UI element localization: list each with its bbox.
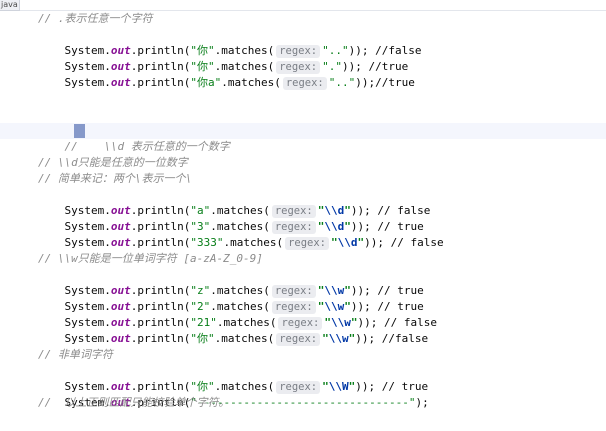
code-token-field: out bbox=[110, 76, 131, 89]
code-token: System. bbox=[64, 236, 111, 249]
text-selection-caret bbox=[74, 124, 85, 138]
code-token: .matches( bbox=[214, 332, 275, 345]
code-line-d-3: System.out.println("333".matches(regex: "… bbox=[38, 219, 444, 250]
param-hint: regex: bbox=[276, 333, 321, 346]
code-token-string: " bbox=[322, 332, 329, 345]
code-token-string: "你" bbox=[190, 332, 215, 345]
code-line-dot-3: System.out.println("你a".matches(regex: ".… bbox=[38, 59, 415, 90]
comment-d-2: // 简单来记：两个\表示一个\ bbox=[38, 172, 193, 185]
comment-d-1: // \\d只能是任意的一位数字 bbox=[38, 156, 188, 169]
code-token: .matches( bbox=[221, 76, 281, 89]
code-line-dot-1: System.out.println("你".matches(regex: "..… bbox=[38, 27, 422, 58]
comment-text: \d 表示任意的一个数字 bbox=[110, 140, 230, 153]
code-token: )); //false bbox=[355, 332, 429, 345]
code-line-w-4: System.out.println("你".matches(regex: "\\… bbox=[38, 315, 428, 346]
code-line-dot-2: System.out.println("你".matches(regex: "."… bbox=[38, 43, 408, 74]
code-token-string: " bbox=[331, 236, 338, 249]
comment-text: // \ bbox=[64, 140, 111, 153]
comment-w: // \\w只能是一位单词字符 [a-zA-Z_0-9] bbox=[38, 252, 263, 265]
code-token: ));//true bbox=[355, 76, 415, 89]
editor-tab-strip: java bbox=[0, 0, 606, 11]
code-line-W: System.out.println("你".matches(regex: "\\… bbox=[38, 363, 428, 394]
code-token: .println( bbox=[130, 76, 191, 89]
code-line-w-2: System.out.println("2".matches(regex: "\\… bbox=[38, 283, 424, 314]
code-token: .matches( bbox=[223, 236, 284, 249]
code-line-separator: System.out.println("--------------------… bbox=[38, 379, 429, 409]
code-token: System. bbox=[64, 332, 111, 345]
code-line-d-1: System.out.println("a".matches(regex: "\\… bbox=[38, 187, 430, 218]
code-line-d-2: System.out.println("3".matches(regex: "\\… bbox=[38, 203, 424, 234]
tab-strip-filler bbox=[20, 0, 606, 11]
comment-d-current[interactable]: // \\d 表示任意的一个数字 bbox=[38, 123, 230, 153]
code-token-string: ".." bbox=[328, 76, 356, 89]
tab-java-file[interactable]: java bbox=[0, 0, 20, 11]
code-token: System. bbox=[64, 76, 111, 89]
code-token-string: "333" bbox=[190, 236, 224, 249]
code-token: .println( bbox=[130, 332, 191, 345]
code-line-w-3: System.out.println("21".matches(regex: "\… bbox=[38, 299, 437, 330]
code-editor[interactable]: // .表示任意一个字符 System.out.println("你".matc… bbox=[0, 11, 606, 431]
comment-W: // 非单词字符 bbox=[38, 348, 113, 361]
code-token-escape: \\w bbox=[328, 332, 349, 345]
code-token: ); bbox=[415, 396, 429, 409]
code-token-escape: \\d bbox=[337, 236, 358, 249]
comment-dot: // .表示任意一个字符 bbox=[38, 12, 153, 25]
code-token-field: out bbox=[110, 332, 131, 345]
code-token: .println( bbox=[130, 236, 191, 249]
code-token-string: "你a" bbox=[190, 76, 222, 89]
param-hint: regex: bbox=[282, 77, 327, 90]
code-token: )); // false bbox=[364, 236, 444, 249]
code-line-w-1: System.out.println("z".matches(regex: "\\… bbox=[38, 267, 424, 298]
code-token-field: out bbox=[110, 236, 131, 249]
comment-end: // 以上正则匹配只能校验单个字符。 bbox=[38, 396, 230, 409]
param-hint: regex: bbox=[285, 237, 330, 250]
